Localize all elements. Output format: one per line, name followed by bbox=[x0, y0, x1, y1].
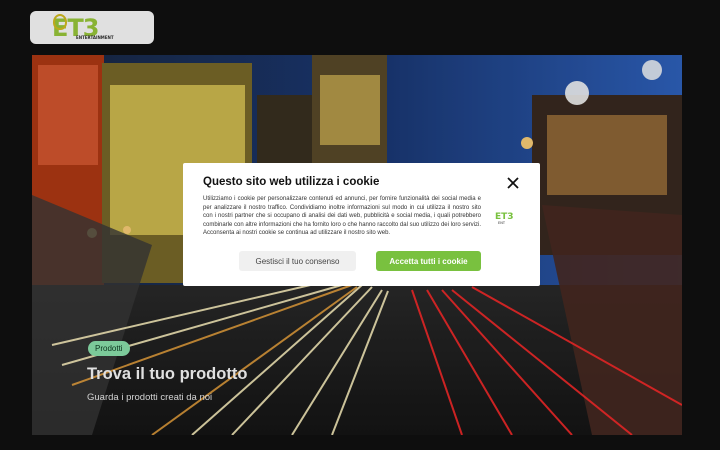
brand-logo-icon: ET3 ENT bbox=[494, 209, 516, 225]
accept-all-cookies-button[interactable]: Accetta tutti i cookie bbox=[376, 251, 481, 271]
dialog-body-text: Utilizziamo i cookie per personalizzare … bbox=[203, 196, 481, 237]
dialog-title: Questo sito web utilizza i cookie bbox=[203, 176, 380, 188]
cookie-consent-dialog: Questo sito web utilizza i cookie Utiliz… bbox=[183, 163, 540, 286]
svg-text:ENT: ENT bbox=[498, 221, 506, 225]
manage-consent-button[interactable]: Gestisci il tuo consenso bbox=[239, 251, 356, 271]
close-icon[interactable] bbox=[506, 176, 520, 190]
